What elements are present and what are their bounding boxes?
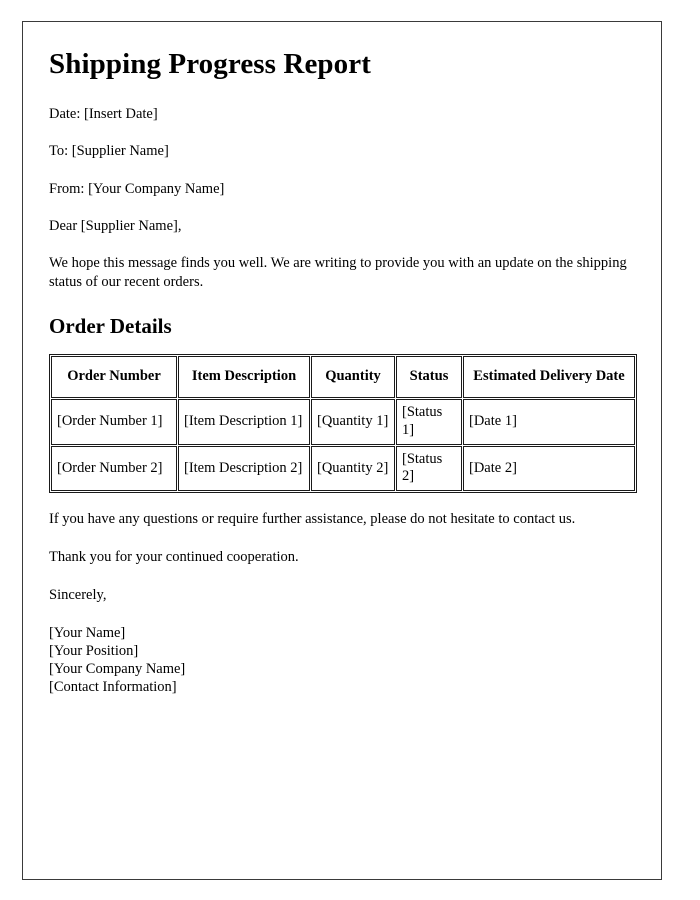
signature-line-name: [Your Name] <box>49 625 126 642</box>
sign-off: Sincerely, <box>49 587 107 604</box>
cell-status: [Status 2] <box>396 445 462 492</box>
column-header-estimated-delivery-date: Estimated Delivery Date <box>463 356 635 399</box>
column-header-item-description: Item Description <box>178 356 310 399</box>
cell-estimated-delivery-date: [Date 2] <box>463 445 635 492</box>
table-body: [Order Number 1] [Item Description 1] [Q… <box>51 399 635 492</box>
cell-order-number: [Order Number 2] <box>51 445 177 492</box>
cell-quantity: [Quantity 1] <box>311 399 395 445</box>
cell-order-number: [Order Number 1] <box>51 399 177 445</box>
table-row: [Order Number 2] [Item Description 2] [Q… <box>51 445 635 492</box>
thanks-paragraph: Thank you for your continued cooperation… <box>49 549 299 566</box>
signature-line-position: [Your Position] <box>49 643 139 660</box>
table-header: Order Number Item Description Quantity S… <box>51 356 635 399</box>
cell-estimated-delivery-date: [Date 1] <box>463 399 635 445</box>
column-header-status: Status <box>396 356 462 399</box>
meta-line-to: To: [Supplier Name] <box>49 143 169 160</box>
column-header-order-number: Order Number <box>51 356 177 399</box>
cell-quantity: [Quantity 2] <box>311 445 395 492</box>
table-header-row: Order Number Item Description Quantity S… <box>51 356 635 399</box>
document-page: Shipping Progress Report Date: [Insert D… <box>22 21 662 880</box>
signature-block: [Your Name] [Your Position] [Your Compan… <box>49 625 635 697</box>
closing-paragraph: If you have any questions or require fur… <box>49 511 576 528</box>
section-heading-order-details: Order Details <box>49 314 172 339</box>
cell-item-description: [Item Description 2] <box>178 445 310 492</box>
cell-status: [Status 1] <box>396 399 462 445</box>
table-row: [Order Number 1] [Item Description 1] [Q… <box>51 399 635 445</box>
meta-line-date: Date: [Insert Date] <box>49 106 158 123</box>
intro-paragraph: We hope this message finds you well. We … <box>49 254 627 290</box>
salutation: Dear [Supplier Name], <box>49 217 182 234</box>
signature-line-contact: [Contact Information] <box>49 679 177 696</box>
cell-item-description: [Item Description 1] <box>178 399 310 445</box>
meta-line-from: From: [Your Company Name] <box>49 180 225 197</box>
signature-line-company: [Your Company Name] <box>49 661 186 678</box>
order-details-table: Order Number Item Description Quantity S… <box>49 354 637 494</box>
document-body: Shipping Progress Report Date: [Insert D… <box>23 22 661 697</box>
page-title: Shipping Progress Report <box>49 48 371 80</box>
column-header-quantity: Quantity <box>311 356 395 399</box>
